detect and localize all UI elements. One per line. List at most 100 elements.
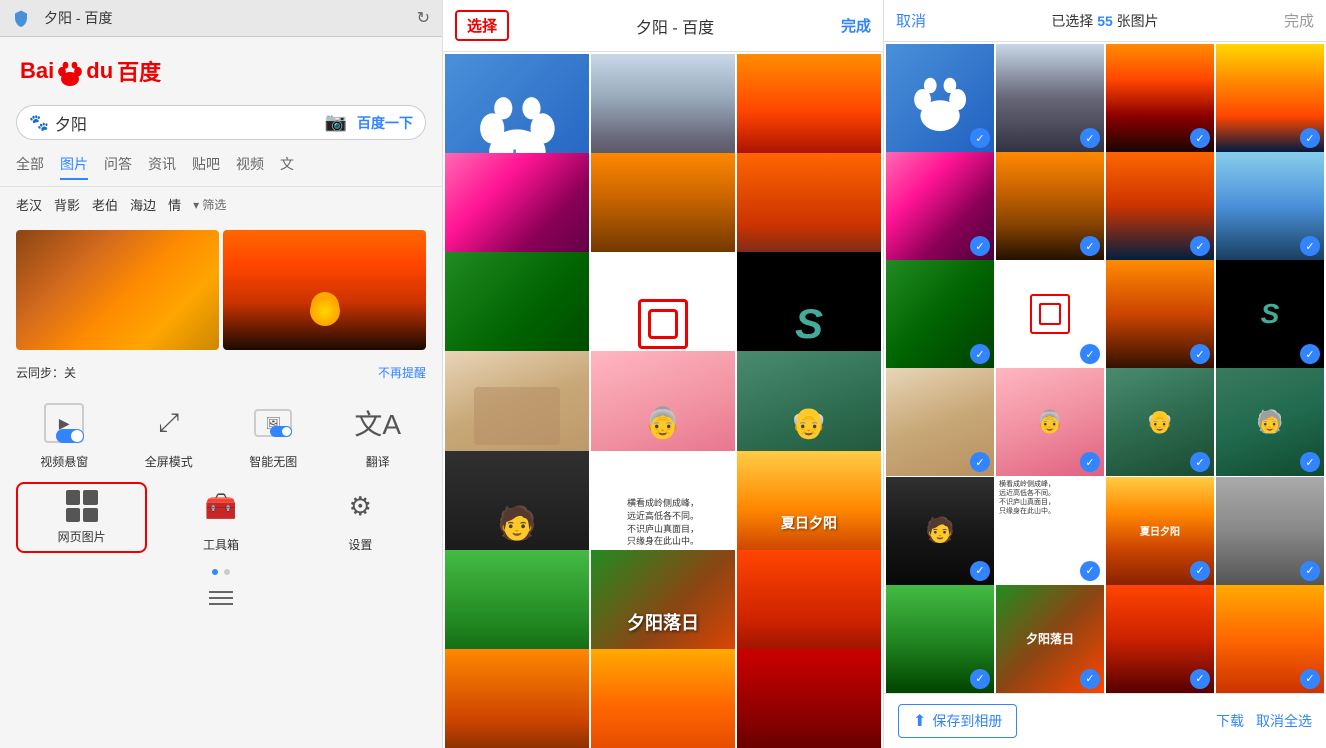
- sel-image-orange-sunset[interactable]: ✓: [1216, 585, 1324, 693]
- sel-image-sunset-b[interactable]: ✓: [1216, 44, 1324, 152]
- tool-web-image[interactable]: 网页图片: [16, 482, 147, 553]
- sel-image-horizon[interactable]: ✓: [1216, 152, 1324, 260]
- search-input[interactable]: [55, 114, 325, 132]
- tool-fullscreen-label: 全屏模式: [145, 453, 193, 470]
- check-20: ✓: [1300, 561, 1320, 581]
- tool-settings[interactable]: ⚙ 设置: [295, 482, 426, 553]
- page-dots: [0, 561, 442, 583]
- sync-status: 云同步：关: [16, 364, 76, 381]
- check-13: ✓: [970, 452, 990, 472]
- tab-news[interactable]: 资讯: [148, 154, 176, 180]
- smart-toggle-icon: [270, 426, 292, 437]
- image-preview-area: [16, 230, 426, 350]
- tab-images[interactable]: 图片: [60, 154, 88, 180]
- selected-count: 已选择 55 张图片: [934, 11, 1276, 31]
- sel-image-pink[interactable]: ✓: [886, 152, 994, 260]
- tool-toolbox[interactable]: 🧰 工具箱: [155, 482, 286, 553]
- du-text: du: [86, 58, 113, 84]
- middle-top-bar: 选择 夕阳 - 百度 完成: [443, 0, 883, 52]
- tools-grid-row1: 视频悬窗 ⤢ 全屏模式 🖼 智能无图 文A 翻译: [0, 387, 442, 482]
- tool-translate-label: 翻译: [366, 453, 390, 470]
- check-2: ✓: [1080, 128, 1100, 148]
- tab-tieba[interactable]: 贴吧: [192, 154, 220, 180]
- select-button[interactable]: 选择: [455, 10, 509, 41]
- briefcase-icon: 🧰: [205, 491, 237, 522]
- tag-qing[interactable]: 情: [168, 195, 181, 214]
- cancel-button[interactable]: 取消: [896, 10, 926, 31]
- tab-qa[interactable]: 问答: [104, 154, 132, 180]
- sel-image-red-logo[interactable]: ✓: [996, 260, 1104, 368]
- tab-more[interactable]: 文: [280, 154, 294, 180]
- flower-emoji: 👵: [644, 406, 681, 441]
- check-19: ✓: [1190, 561, 1210, 581]
- preview-image-2[interactable]: [223, 230, 426, 350]
- sel-image-castle[interactable]: ✓: [996, 44, 1104, 152]
- sel-image-sunset-a[interactable]: ✓: [1106, 44, 1214, 152]
- deselect-all-button[interactable]: 取消全选: [1256, 711, 1312, 731]
- sel-summer-text: 夏日夕阳: [1140, 523, 1180, 538]
- hamburger-menu[interactable]: [0, 583, 442, 617]
- sel-image-hatman[interactable]: 🧑 ✓: [886, 477, 994, 585]
- sel-image-elder-green[interactable]: 👴 ✓: [1106, 368, 1214, 476]
- grid-icon: [66, 490, 98, 522]
- camera-icon[interactable]: 📷: [325, 112, 347, 133]
- tool-toolbox-label: 工具箱: [203, 536, 239, 553]
- sel-image-baidu[interactable]: ✓: [886, 44, 994, 152]
- tool-smart-image[interactable]: 🖼 智能无图: [225, 399, 322, 470]
- download-button[interactable]: 下载: [1216, 711, 1244, 731]
- search-bar[interactable]: 🐾 📷 百度一下: [16, 105, 426, 140]
- hamburger-line-1: [209, 591, 233, 593]
- red-logo-inner: [648, 309, 678, 339]
- baidu-paw-icon: [54, 55, 86, 87]
- toggle-icon: [56, 429, 84, 443]
- middle-done-button[interactable]: 完成: [841, 15, 871, 36]
- sel-image-sunset-d[interactable]: ✓: [1106, 260, 1214, 368]
- image-red-sky[interactable]: [737, 649, 881, 748]
- sel-image-sunset-c[interactable]: ✓: [1106, 152, 1214, 260]
- tag-laahan[interactable]: 老汉: [16, 195, 42, 214]
- summer-text: 夏日夕阳: [781, 513, 837, 533]
- tab-video[interactable]: 视频: [236, 154, 264, 180]
- filter-button[interactable]: ▾ 筛选: [193, 196, 226, 213]
- tag-haibian[interactable]: 海边: [130, 195, 156, 214]
- image-sunset-10[interactable]: [445, 649, 589, 748]
- man-hat-emoji: 🧑: [497, 504, 537, 542]
- sel-image-elder-flower[interactable]: 👵 ✓: [996, 368, 1104, 476]
- selected-number: 55: [1097, 13, 1113, 29]
- sel-flower-elder: 👵: [1036, 409, 1063, 435]
- tag-laobo[interactable]: 老伯: [92, 195, 118, 214]
- check-6: ✓: [1080, 236, 1100, 256]
- chinese-baidu-text: 百度: [117, 55, 161, 87]
- tool-web-image-label: 网页图片: [58, 528, 106, 545]
- save-album-button[interactable]: ⬆ 保存到相册: [898, 704, 1017, 738]
- sel-hatman: 🧑: [925, 516, 955, 545]
- sel-luori-text: 夕阳落日: [1026, 630, 1074, 647]
- elder-hat-emoji: 👴: [790, 406, 827, 441]
- tool-translate[interactable]: 文A 翻译: [330, 399, 427, 470]
- search-button[interactable]: 百度一下: [357, 113, 413, 133]
- sel-image-poem[interactable]: 横看成岭侧成峰，远近高低各不同。不识庐山真面目，只缘身在此山中。 ✓: [996, 477, 1104, 585]
- tag-beiying[interactable]: 背影: [54, 195, 80, 214]
- check-16: ✓: [1300, 452, 1320, 472]
- image-sunset-11[interactable]: [591, 649, 735, 748]
- tool-fullscreen[interactable]: ⤢ 全屏模式: [121, 399, 218, 470]
- sel-image-green[interactable]: ✓: [886, 260, 994, 368]
- tool-video-float[interactable]: 视频悬窗: [16, 399, 113, 470]
- sel-image-lake[interactable]: ✓: [996, 152, 1104, 260]
- sel-image-green2[interactable]: ✓: [886, 585, 994, 693]
- refresh-icon[interactable]: ↻: [417, 8, 430, 28]
- no-remind-button[interactable]: 不再提醒: [378, 364, 426, 381]
- sel-image-cloudy[interactable]: ✓: [1216, 477, 1324, 585]
- sel-image-elder-outdoor[interactable]: 🧓 ✓: [1216, 368, 1324, 476]
- sel-image-s-logo[interactable]: S ✓: [1216, 260, 1324, 368]
- sel-image-summer[interactable]: 夏日夕阳 ✓: [1106, 477, 1214, 585]
- tab-all[interactable]: 全部: [16, 154, 44, 180]
- sel-image-luori[interactable]: 夕阳落日 ✓: [996, 585, 1104, 693]
- preview-image-1[interactable]: [16, 230, 219, 350]
- sel-image-red-sunset[interactable]: ✓: [1106, 585, 1214, 693]
- check-23: ✓: [1190, 669, 1210, 689]
- bai-text: Bai: [20, 58, 54, 84]
- dot-1: [212, 569, 218, 575]
- check-11: ✓: [1190, 344, 1210, 364]
- sel-image-elder-glasses[interactable]: ✓: [886, 368, 994, 476]
